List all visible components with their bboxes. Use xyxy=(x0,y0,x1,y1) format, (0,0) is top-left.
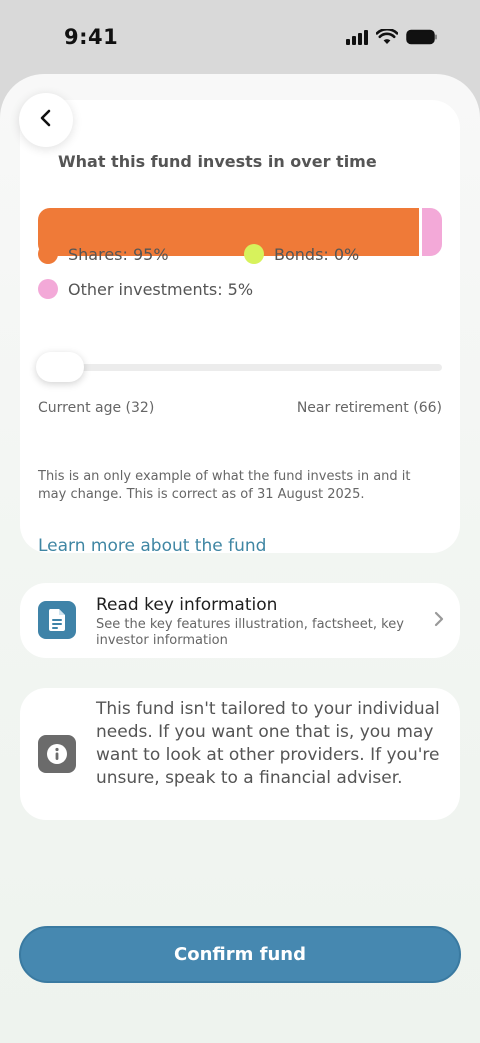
status-bar: 9:41 xyxy=(0,0,480,76)
screen: 9:41 What this fund invests in over time… xyxy=(0,0,480,1043)
legend-other: Other investments: 5% xyxy=(38,279,253,299)
legend-shares-label: Shares: 95% xyxy=(68,244,169,264)
advice-notice-text: This fund isn't tailored to your individ… xyxy=(96,699,440,788)
key-info-subtitle: See the key features illustration, facts… xyxy=(96,617,404,648)
status-time: 9:41 xyxy=(64,25,119,49)
battery-icon xyxy=(406,29,438,45)
age-slider-thumb[interactable] xyxy=(36,352,84,382)
chevron-left-icon xyxy=(39,109,53,131)
advice-notice-card: This fund isn't tailored to your individ… xyxy=(20,688,460,820)
content-sheet: What this fund invests in over time Shar… xyxy=(0,74,480,1043)
retirement-age-label: Near retirement (66) xyxy=(296,400,442,416)
current-age-label: Current age (32) xyxy=(38,400,155,416)
shares-color-dot xyxy=(38,244,58,264)
bonds-color-dot xyxy=(244,244,264,264)
fund-allocation-card: What this fund invests in over time Shar… xyxy=(20,100,460,556)
legend-other-label: Other investments: 5% xyxy=(68,279,254,299)
legend-bonds-label: Bonds: 0% xyxy=(274,244,360,264)
learn-more-link[interactable]: Learn more about the fund xyxy=(38,536,266,556)
legend-bonds: Bonds: 0% xyxy=(244,244,359,264)
document-icon xyxy=(38,601,76,639)
key-information-card[interactable]: Read key information See the key feature… xyxy=(20,583,460,658)
age-slider-track[interactable] xyxy=(38,364,442,371)
cellular-signal-icon xyxy=(346,29,368,45)
back-button[interactable] xyxy=(19,93,73,147)
other-color-dot xyxy=(38,279,58,299)
info-icon xyxy=(38,735,76,773)
wifi-icon xyxy=(376,29,398,45)
legend-shares: Shares: 95% xyxy=(38,244,169,264)
status-icons xyxy=(346,29,438,45)
chevron-right-icon xyxy=(434,611,444,631)
card-title: What this fund invests in over time xyxy=(58,152,377,171)
key-info-title: Read key information xyxy=(96,595,278,615)
confirm-fund-button[interactable]: Confirm fund xyxy=(19,926,461,983)
fund-disclaimer: This is an only example of what the fund… xyxy=(38,469,411,502)
allocation-segment-other-investments xyxy=(421,208,442,256)
